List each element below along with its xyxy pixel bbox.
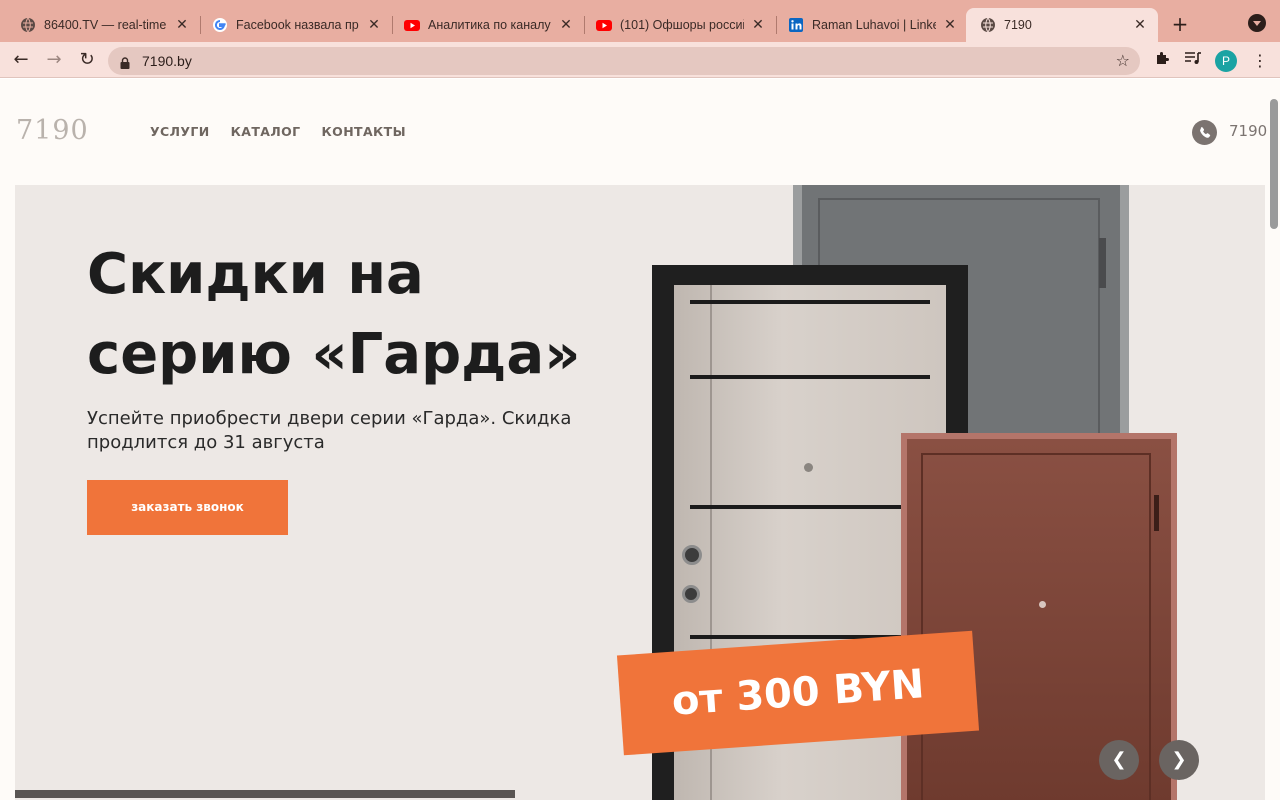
close-icon[interactable]: ✕ <box>942 17 958 33</box>
phone-number[interactable]: 7190 <box>1229 122 1267 140</box>
brown-door-image <box>901 433 1177 800</box>
tab-7190[interactable]: 7190 ✕ <box>966 8 1158 42</box>
tab-title: 7190 <box>1004 18 1032 32</box>
lock-icon <box>120 54 130 69</box>
chevron-left-icon: ❮ <box>1111 749 1127 770</box>
tab-offshores[interactable]: (101) Офшоры россий ✕ <box>582 8 776 42</box>
order-call-button[interactable]: заказать звонок <box>87 480 288 535</box>
tab-title: Raman Luhavoi | Linke <box>812 18 936 32</box>
tab-title: 86400.TV — real-time <box>44 18 167 32</box>
price-text: от 300 BYN <box>670 661 926 725</box>
forward-button[interactable]: → <box>42 48 66 72</box>
hero-subtitle: Успейте приобрести двери серии «Гарда». … <box>87 408 572 453</box>
globe-icon <box>980 17 996 33</box>
browser-tabstrip: 86400.TV — real-time ✕ Facebook назвала … <box>0 0 1280 42</box>
door-strip <box>690 505 930 509</box>
address-bar[interactable]: 7190.by ☆ <box>108 47 1140 75</box>
slider-progress-bar <box>15 790 515 798</box>
close-icon[interactable]: ✕ <box>174 17 190 33</box>
nav-catalog[interactable]: КАТАЛОГ <box>231 124 301 139</box>
close-icon[interactable]: ✕ <box>366 17 382 33</box>
site-logo[interactable]: 7190 <box>16 115 89 146</box>
phone-icon[interactable] <box>1192 120 1217 145</box>
bookmark-star-icon[interactable]: ☆ <box>1116 51 1130 71</box>
door-hinge <box>1154 495 1159 531</box>
media-queue-icon[interactable] <box>1183 50 1203 70</box>
youtube-icon <box>596 17 612 33</box>
close-icon[interactable]: ✕ <box>1132 17 1148 33</box>
page-viewport: 7190 УСЛУГИ КАТАЛОГ КОНТАКТЫ 7190 Скидки… <box>0 79 1280 800</box>
nav-services[interactable]: УСЛУГИ <box>150 124 210 139</box>
more-menu-icon[interactable]: ⋮ <box>1252 50 1268 72</box>
reload-button[interactable]: ↻ <box>75 48 99 72</box>
hero-title: Скидки на серию «Гарда» <box>87 242 581 387</box>
tab-86400[interactable]: 86400.TV — real-time ✕ <box>6 8 200 42</box>
tab-analytics[interactable]: Аналитика по каналу ✕ <box>390 8 584 42</box>
linkedin-icon <box>788 17 804 33</box>
tab-search-button[interactable] <box>1248 14 1266 32</box>
tab-title: Аналитика по каналу <box>428 18 551 32</box>
globe-icon <box>20 17 36 33</box>
close-icon[interactable]: ✕ <box>750 17 766 33</box>
chevron-right-icon: ❯ <box>1171 749 1187 770</box>
hero-slider: Скидки на серию «Гарда» Успейте приобрес… <box>15 185 1265 800</box>
slider-next-button[interactable]: ❯ <box>1159 740 1199 780</box>
browser-toolbar: ← → ↻ 7190.by ☆ P ⋮ <box>0 42 1280 78</box>
back-button[interactable]: ← <box>9 48 33 72</box>
slider-prev-button[interactable]: ❮ <box>1099 740 1139 780</box>
tab-title: Facebook назвала пр <box>236 18 359 32</box>
door-peephole <box>804 463 813 472</box>
main-nav: УСЛУГИ КАТАЛОГ КОНТАКТЫ <box>150 124 406 139</box>
door-lock <box>682 545 702 565</box>
door-strip <box>690 300 930 304</box>
site-header: 7190 УСЛУГИ КАТАЛОГ КОНТАКТЫ 7190 <box>0 112 1270 152</box>
door-lock <box>682 585 700 603</box>
door-hinge <box>1099 238 1106 288</box>
page-scrollbar[interactable] <box>1270 99 1278 229</box>
youtube-icon <box>404 17 420 33</box>
door-peephole <box>1039 601 1046 608</box>
nav-contacts[interactable]: КОНТАКТЫ <box>322 124 406 139</box>
close-icon[interactable]: ✕ <box>558 17 574 33</box>
tab-linkedin[interactable]: Raman Luhavoi | Linke ✕ <box>774 8 968 42</box>
extensions-icon[interactable] <box>1152 50 1172 70</box>
google-icon <box>212 17 228 33</box>
door-strip <box>690 375 930 379</box>
profile-avatar[interactable]: P <box>1215 50 1237 72</box>
tab-title: (101) Офшоры россий <box>620 18 744 32</box>
url-text: 7190.by <box>142 53 192 69</box>
tab-facebook[interactable]: Facebook назвала пр ✕ <box>198 8 392 42</box>
new-tab-button[interactable]: + <box>1168 12 1192 36</box>
